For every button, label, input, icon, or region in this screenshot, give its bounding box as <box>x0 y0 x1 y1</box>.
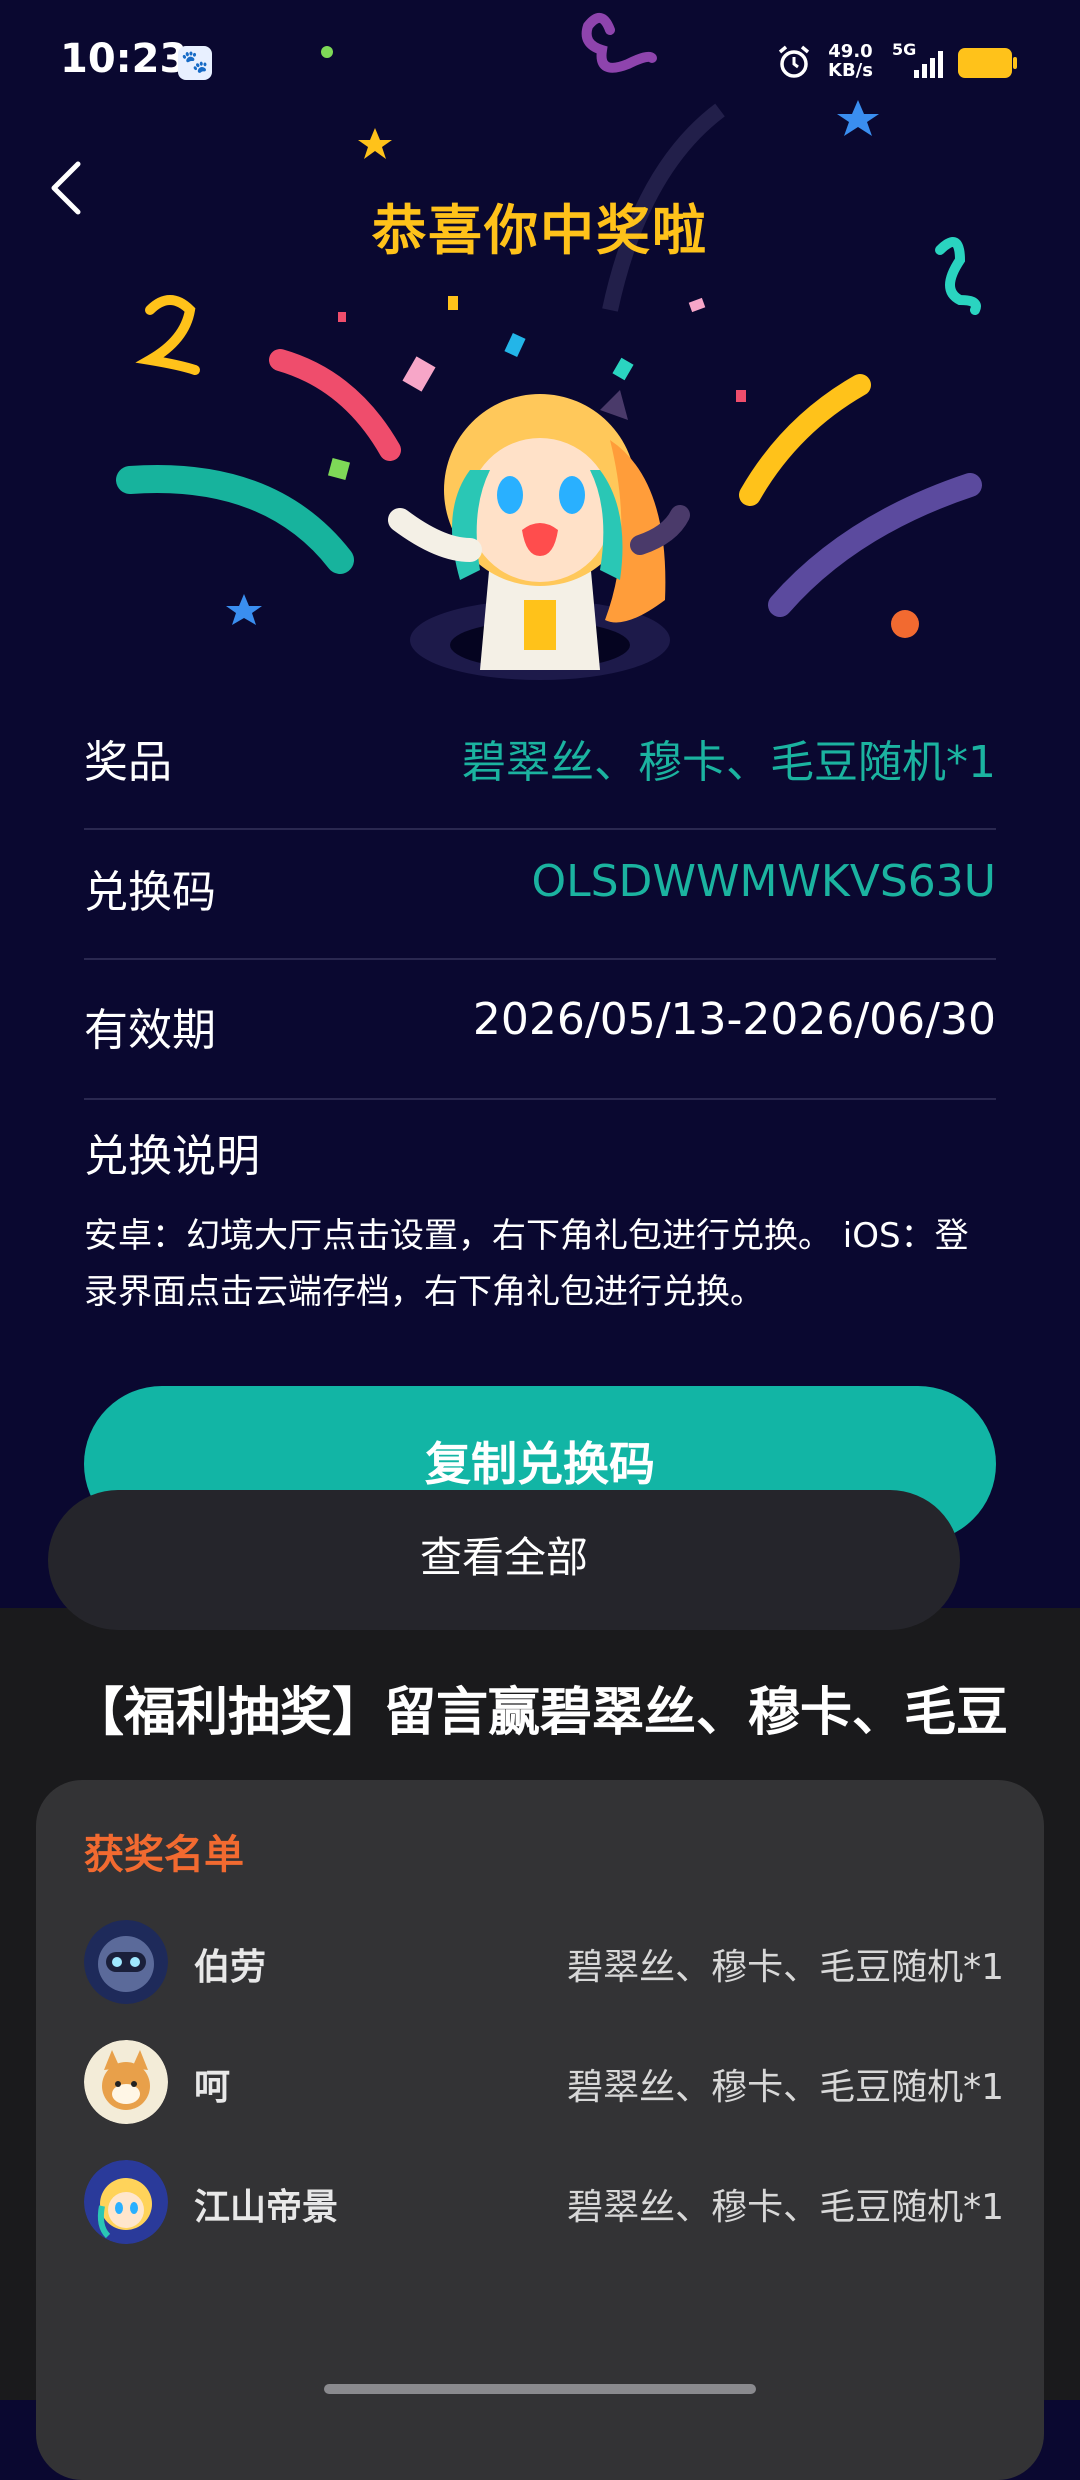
winner-name: 江山帝景 <box>194 2187 339 2228</box>
winners-heading: 获奖名单 <box>84 1832 244 1878</box>
prize-panel: 10:23 🐾 49.0 KB/s 5G 恭喜你中奖啦 奖品 碧翠丝、穆卡、毛豆… <box>0 0 1080 1608</box>
code-label: 兑换码 <box>84 867 216 918</box>
avatar <box>84 2040 168 2124</box>
winner-prize: 碧翠丝、穆卡、毛豆随机*1 <box>567 2187 1004 2228</box>
prize-info-list: 奖品 碧翠丝、穆卡、毛豆随机*1 兑换码 OLSDWWMWKVS63U 有效期 … <box>84 700 996 1100</box>
celebration-illustration <box>116 13 982 680</box>
prize-row: 奖品 碧翠丝、穆卡、毛豆随机*1 <box>84 700 996 830</box>
code-row: 兑换码 OLSDWWMWKVS63U <box>84 830 996 960</box>
prize-label: 奖品 <box>84 737 172 788</box>
avatar <box>84 2160 168 2244</box>
prize-value: 碧翠丝、穆卡、毛豆随机*1 <box>462 737 996 788</box>
home-indicator[interactable] <box>324 2384 756 2394</box>
winner-row[interactable]: 江山帝景 碧翠丝、穆卡、毛豆随机*1 <box>84 2160 1004 2250</box>
winner-name: 呵 <box>194 2067 231 2108</box>
instructions-text: 安卓：幻境大厅点击设置，右下角礼包进行兑换。 iOS：登录界面点击云端存档，右下… <box>84 1216 969 1312</box>
winners-card: 获奖名单 伯劳 碧翠丝、穆卡、毛豆随机*1 呵 碧翠丝、穆卡、毛豆随机*1 江山… <box>36 1780 1044 2480</box>
view-all-button[interactable]: 查看全部 <box>48 1490 960 1630</box>
winner-prize: 碧翠丝、穆卡、毛豆随机*1 <box>567 1947 1004 1988</box>
post-title[interactable]: 【福利抽奖】留言赢碧翠丝、穆卡、毛豆 <box>0 1670 1080 1745</box>
instructions-heading: 兑换说明 <box>84 1131 260 1182</box>
avatar <box>84 1920 168 2004</box>
winner-row[interactable]: 伯劳 碧翠丝、穆卡、毛豆随机*1 <box>84 1920 1004 2010</box>
post-section: 【福利抽奖】留言赢碧翠丝、穆卡、毛豆 获奖名单 伯劳 碧翠丝、穆卡、毛豆随机*1 <box>0 1608 1080 2480</box>
validity-value: 2026/05/13-2026/06/30 <box>472 994 996 1045</box>
winner-prize: 碧翠丝、穆卡、毛豆随机*1 <box>567 2067 1004 2108</box>
page-title: 恭喜你中奖啦 <box>372 199 708 262</box>
validity-label: 有效期 <box>84 1005 216 1056</box>
winner-name: 伯劳 <box>194 1947 267 1988</box>
validity-row: 有效期 2026/05/13-2026/06/30 <box>84 960 996 1100</box>
redeem-code[interactable]: OLSDWWMWKVS63U <box>531 856 996 907</box>
winner-row[interactable]: 呵 碧翠丝、穆卡、毛豆随机*1 <box>84 2040 1004 2130</box>
